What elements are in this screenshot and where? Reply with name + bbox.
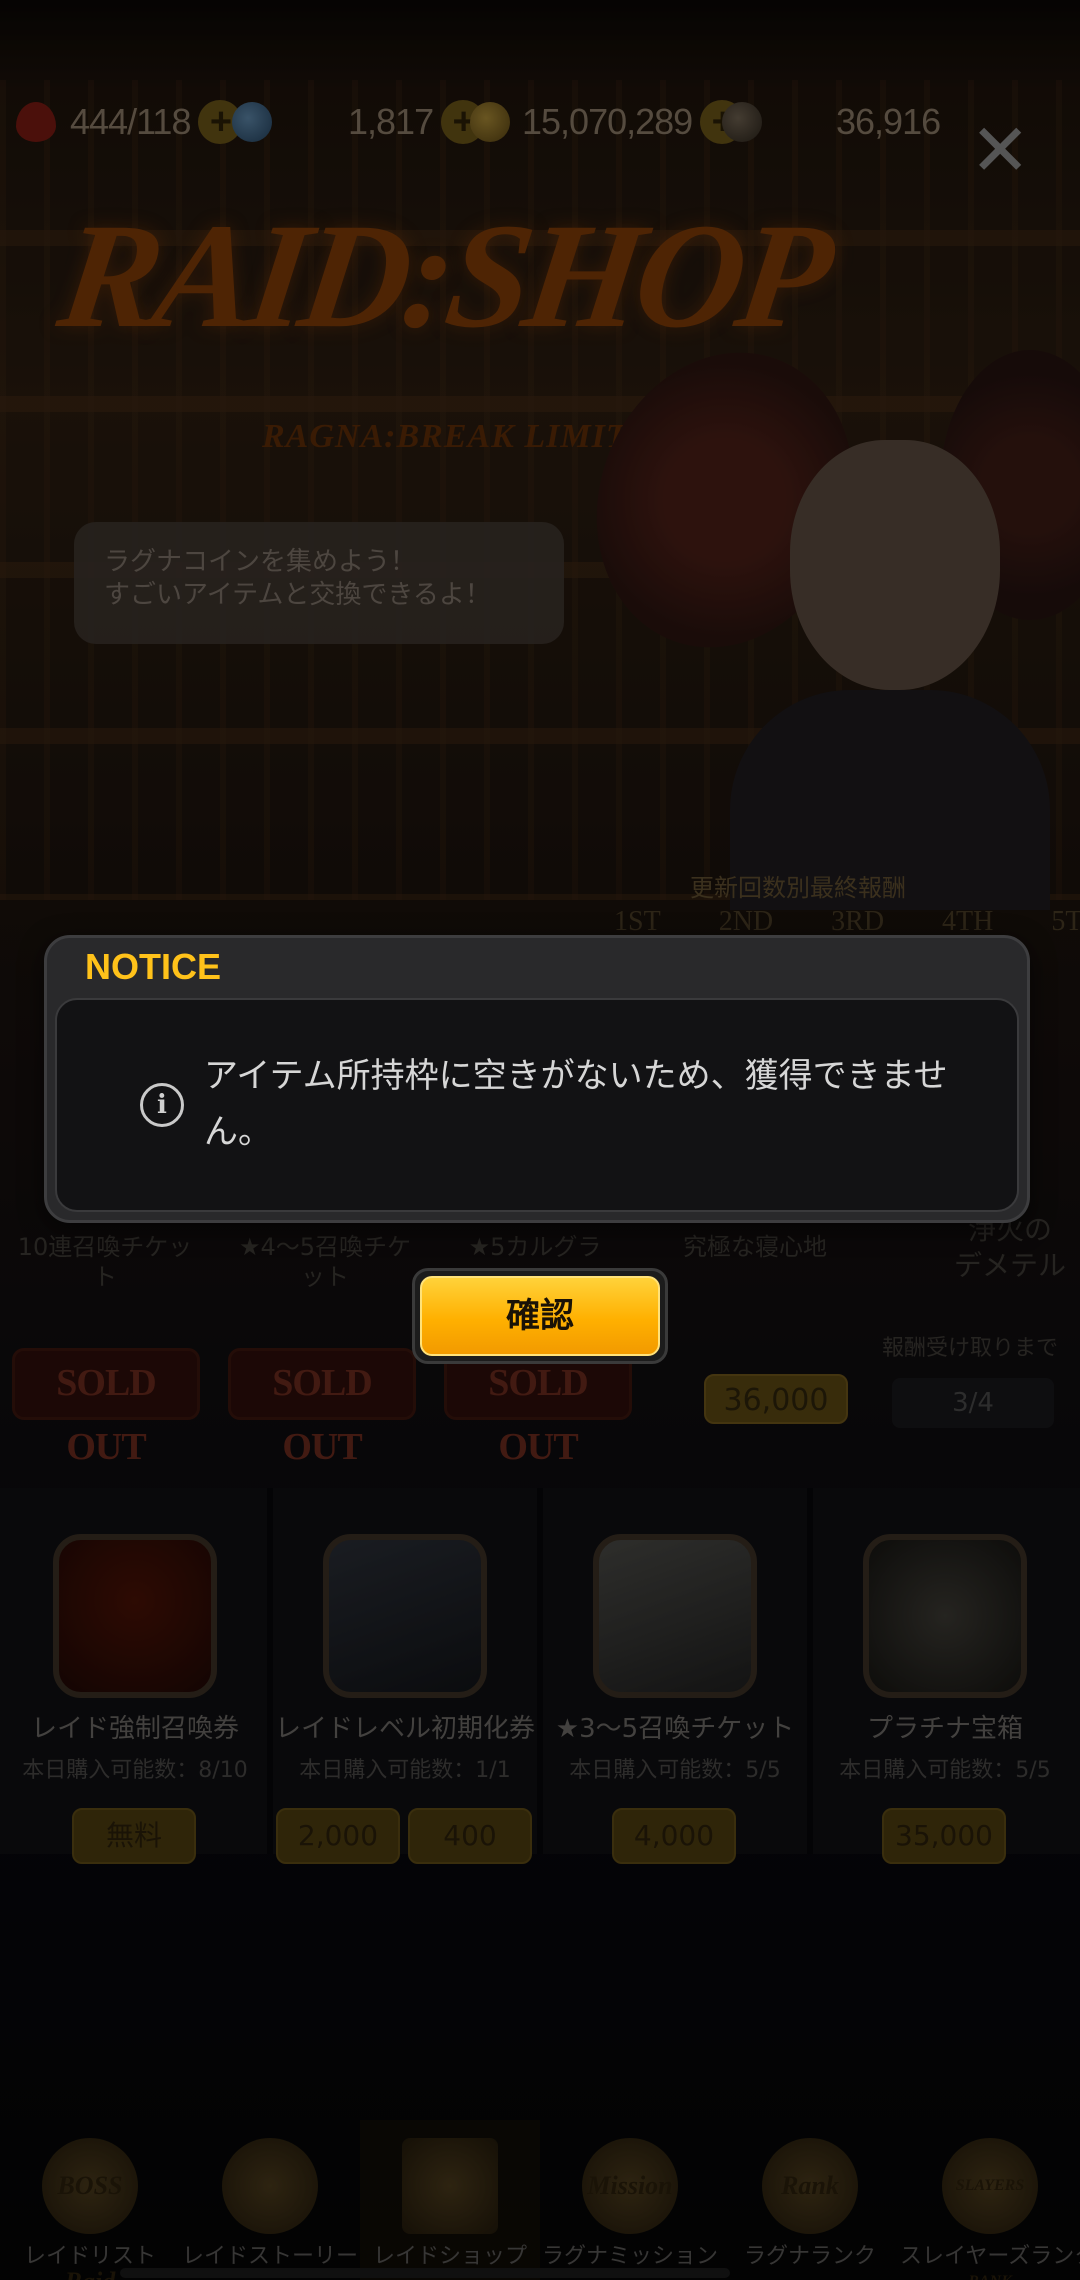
confirm-button[interactable]: 確認: [412, 1268, 668, 1364]
notice-dialog: NOTICE i アイテム所持枠に空きがないため、獲得できません。: [44, 935, 1030, 1223]
dialog-title: NOTICE: [85, 946, 222, 987]
confirm-button-label[interactable]: 確認: [420, 1276, 660, 1356]
dialog-message: アイテム所持枠に空きがないため、獲得できません。: [204, 1056, 948, 1152]
info-icon: i: [140, 1083, 184, 1127]
dialog-body: i アイテム所持枠に空きがないため、獲得できません。: [55, 998, 1019, 1212]
